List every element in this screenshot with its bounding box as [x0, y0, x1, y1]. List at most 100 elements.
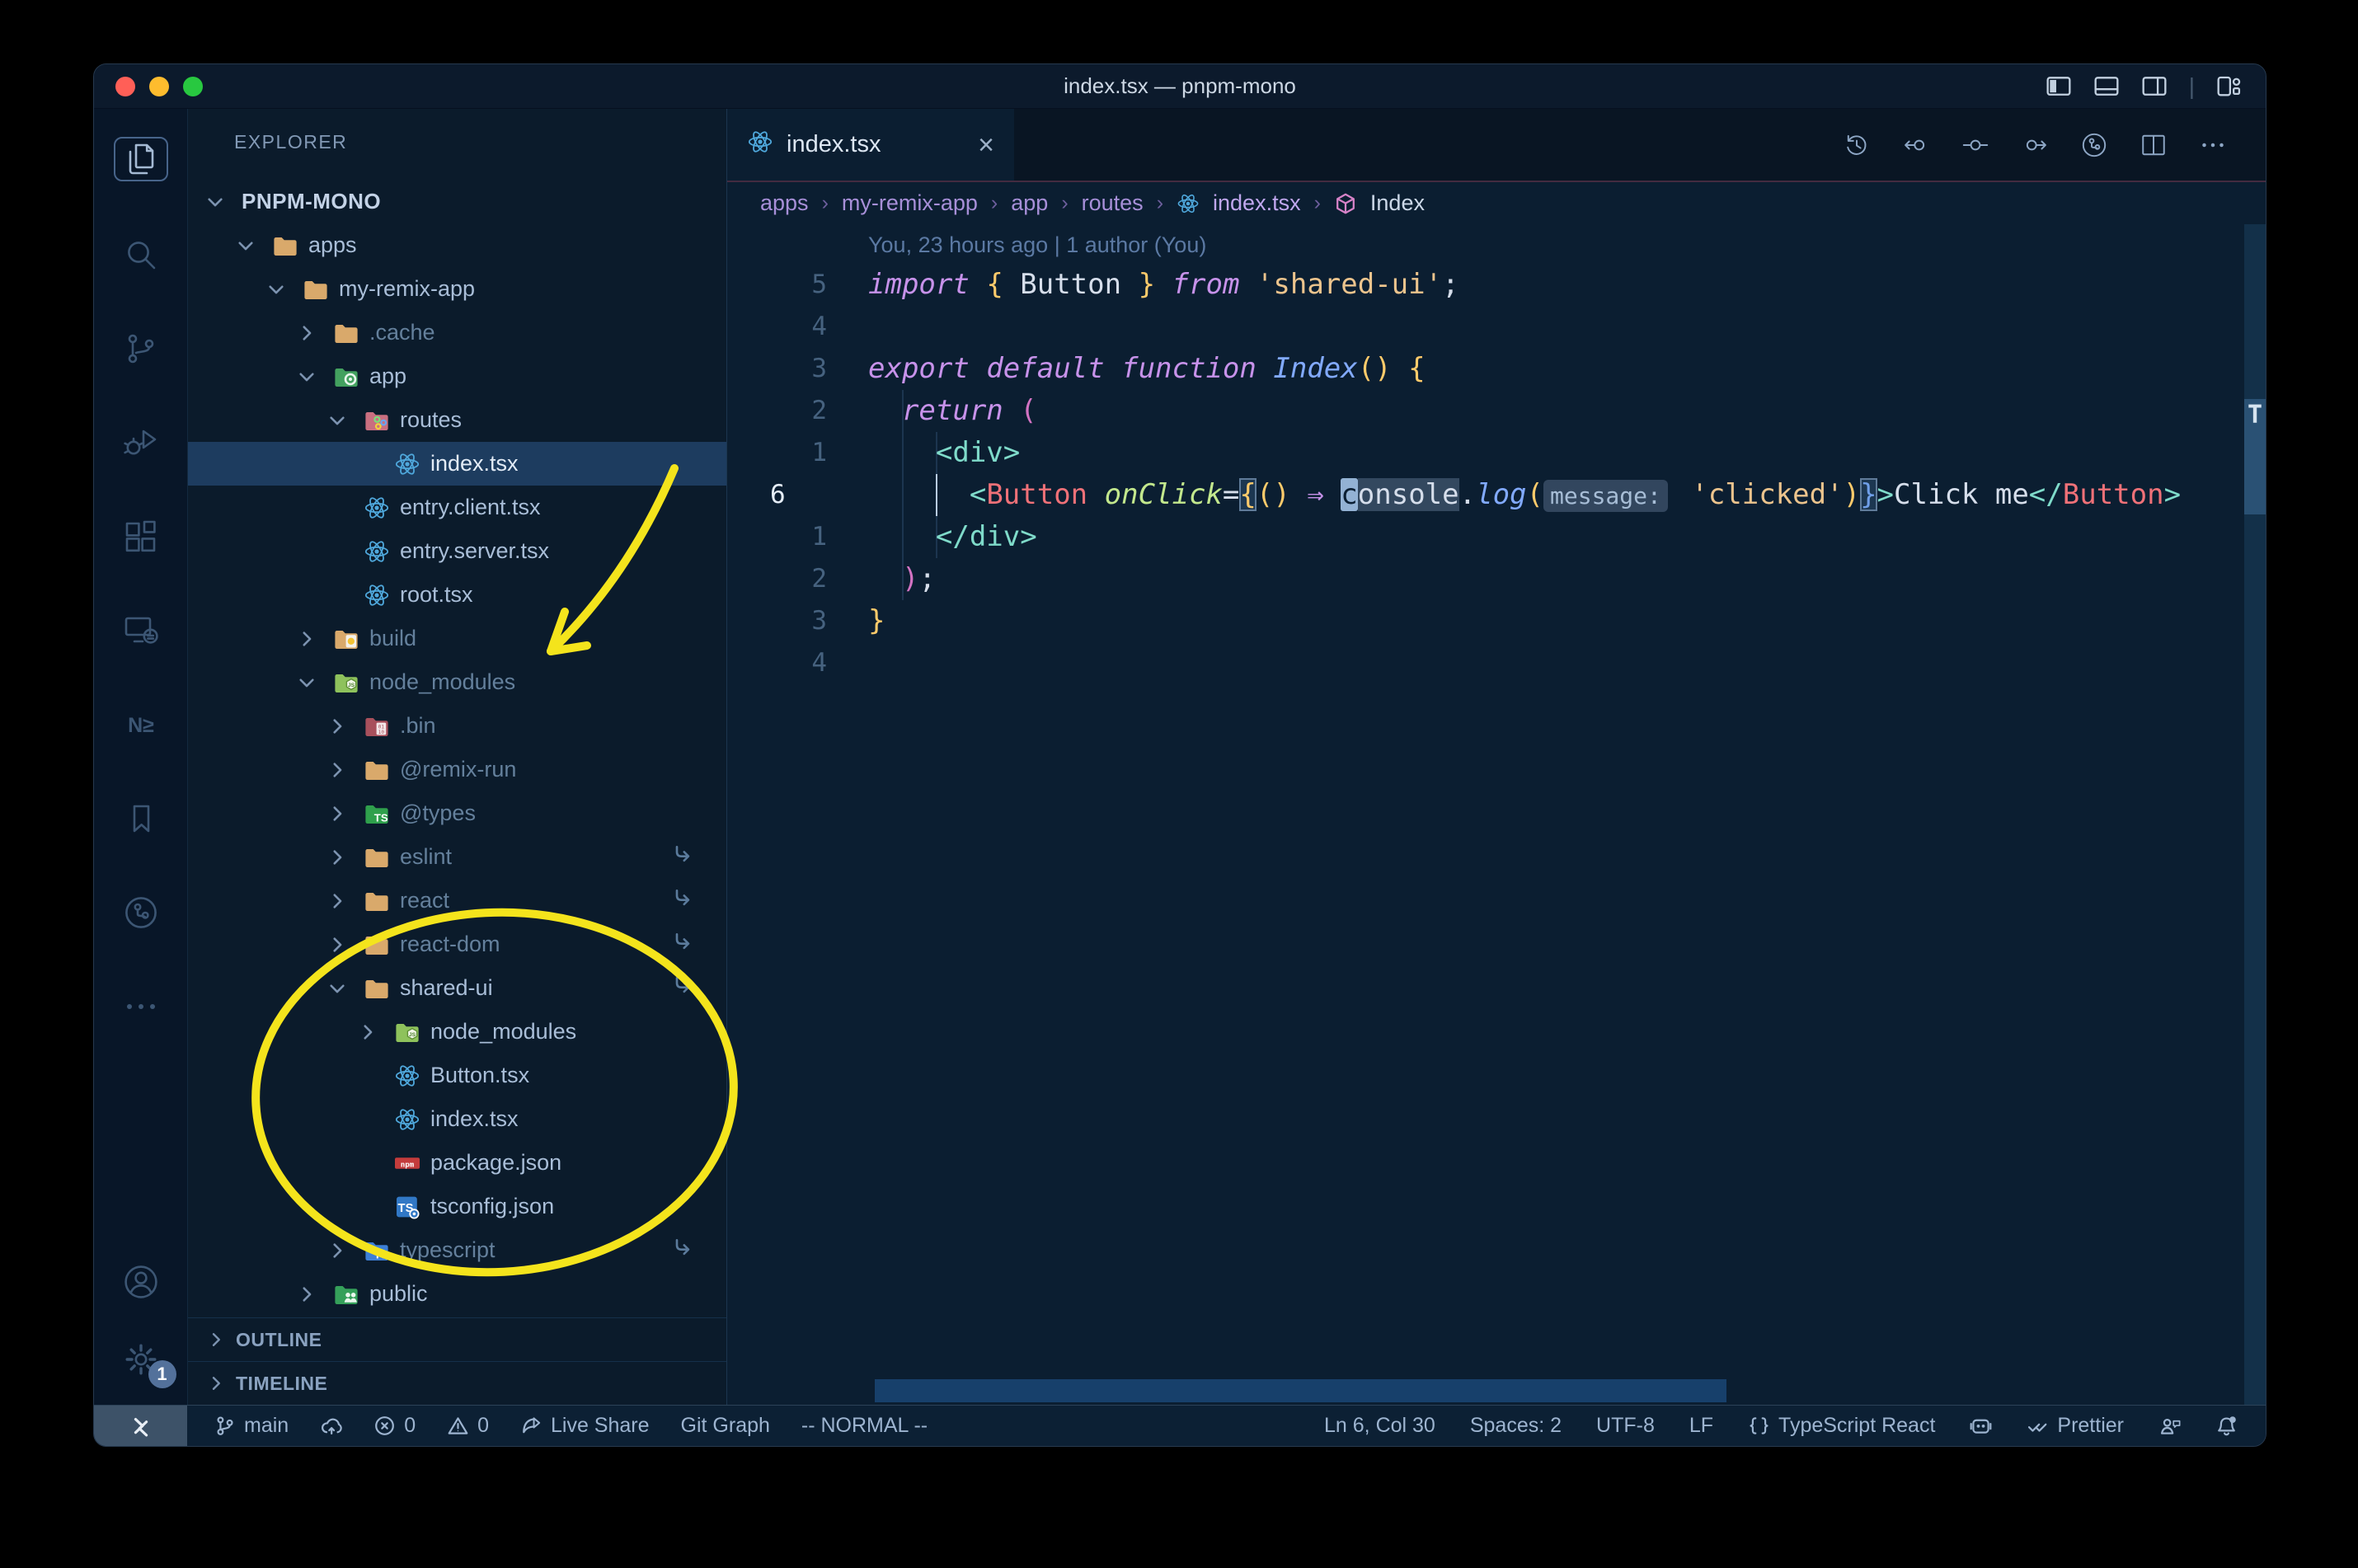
- code-line[interactable]: 4: [727, 306, 2244, 348]
- chevron-down-icon[interactable]: [326, 410, 364, 431]
- scrollbar-thumb[interactable]: T: [2244, 399, 2266, 514]
- tree-item-entry.server.tsx[interactable]: entry.server.tsx: [188, 529, 726, 573]
- activity-item-remote-explorer[interactable]: [115, 610, 167, 651]
- status-item-robot-icon[interactable]: [1970, 1415, 1992, 1437]
- layout-sidebar-left-icon[interactable]: [2046, 73, 2072, 100]
- breadcrumb-item[interactable]: routes: [1082, 190, 1144, 216]
- status-item-spaces-2[interactable]: Spaces: 2: [1470, 1414, 1562, 1438]
- code-line[interactable]: 1 </div>: [727, 516, 2244, 558]
- editor-scrollbar-horizontal[interactable]: [875, 1379, 1726, 1402]
- activity-item-source-control[interactable]: [115, 328, 167, 369]
- status-item-prettier[interactable]: Prettier: [2027, 1414, 2124, 1438]
- chevron-right-icon[interactable]: [296, 322, 333, 344]
- remote-indicator-button[interactable]: [94, 1406, 187, 1446]
- activity-item-explorer[interactable]: [113, 137, 168, 181]
- chevron-down-icon[interactable]: [296, 672, 333, 693]
- status-item-0[interactable]: 0: [447, 1414, 489, 1438]
- status-item-ln-6-col-30[interactable]: Ln 6, Col 30: [1324, 1414, 1435, 1438]
- status-item-person-feedback-icon[interactable]: [2158, 1415, 2181, 1437]
- code-line[interactable]: 4: [727, 642, 2244, 684]
- tree-item-button.tsx[interactable]: Button.tsx: [188, 1054, 726, 1097]
- tree-item-node_modules[interactable]: JS node_modules: [188, 660, 726, 704]
- code-line[interactable]: 5 import { Button } from 'shared-ui';: [727, 264, 2244, 306]
- code-area[interactable]: You, 23 hours ago | 1 author (You) 5 impo…: [727, 224, 2266, 1405]
- tree-item-entry.client.tsx[interactable]: entry.client.tsx: [188, 486, 726, 529]
- tree-item-build[interactable]: build: [188, 617, 726, 660]
- chevron-down-icon[interactable]: [265, 279, 303, 300]
- tree-item-eslint[interactable]: eslint: [188, 835, 726, 879]
- tree-item-package.json[interactable]: npm package.json: [188, 1141, 726, 1185]
- section-outline[interactable]: OUTLINE: [188, 1317, 726, 1361]
- tree-item-react[interactable]: react: [188, 879, 726, 922]
- code-line[interactable]: 2 return (: [727, 390, 2244, 432]
- activity-item-settings[interactable]: 1: [115, 1339, 176, 1388]
- chevron-down-icon[interactable]: [235, 235, 272, 256]
- tab-index-tsx[interactable]: index.tsx ×: [727, 109, 1014, 181]
- status-item-main[interactable]: main: [214, 1414, 289, 1438]
- chevron-down-icon[interactable]: [204, 191, 242, 213]
- tree-item-app[interactable]: app: [188, 354, 726, 398]
- chevron-right-icon[interactable]: [326, 759, 364, 781]
- activity-item-extensions[interactable]: [115, 516, 167, 557]
- tree-item-typescript[interactable]: TS typescript: [188, 1228, 726, 1272]
- chevron-right-icon[interactable]: [326, 803, 364, 824]
- breadcrumb-item[interactable]: apps: [760, 190, 809, 216]
- activity-item-more-views[interactable]: [115, 986, 167, 1027]
- tree-item-tsconfig.json[interactable]: TS tsconfig.json: [188, 1185, 726, 1228]
- gitlens-icon[interactable]: [2079, 130, 2109, 160]
- status-item-typescript-react[interactable]: TypeScript React: [1748, 1414, 1935, 1438]
- chevron-right-icon[interactable]: [357, 1021, 394, 1043]
- status-item-lf[interactable]: LF: [1689, 1414, 1713, 1438]
- more-icon[interactable]: [2198, 130, 2228, 160]
- activity-item-nx-console[interactable]: N≥: [115, 704, 167, 745]
- status-item-live-share[interactable]: Live Share: [520, 1414, 650, 1438]
- status-item-bell-icon[interactable]: [2215, 1415, 2238, 1437]
- code-line[interactable]: 1 <div>: [727, 432, 2244, 474]
- tree-item-my-remix-app[interactable]: my-remix-app: [188, 267, 726, 311]
- chevron-down-icon[interactable]: [296, 366, 333, 387]
- compare-icon[interactable]: [1961, 130, 1990, 160]
- layout-panel-icon[interactable]: [2093, 73, 2120, 100]
- status-item-git-graph[interactable]: Git Graph: [681, 1414, 770, 1438]
- history-icon[interactable]: [1842, 130, 1872, 160]
- breadcrumb-item[interactable]: my-remix-app: [842, 190, 978, 216]
- activity-item-search[interactable]: [115, 234, 167, 275]
- tree-item-@types[interactable]: TS @types: [188, 791, 726, 835]
- chevron-right-icon[interactable]: [326, 1240, 364, 1261]
- chevron-right-icon[interactable]: [326, 890, 364, 912]
- prev-change-icon[interactable]: [1901, 130, 1931, 160]
- tree-item-.cache[interactable]: .cache: [188, 311, 726, 354]
- tree-item-public[interactable]: public: [188, 1272, 726, 1316]
- status-item-0[interactable]: 0: [373, 1414, 416, 1438]
- code-line[interactable]: 2 );: [727, 558, 2244, 600]
- next-change-icon[interactable]: [2020, 130, 2050, 160]
- close-tab-icon[interactable]: ×: [978, 131, 994, 159]
- status-item-cloud-upload-icon[interactable]: [320, 1415, 342, 1437]
- status-item-utf-8[interactable]: UTF-8: [1596, 1414, 1655, 1438]
- tree-item-react-dom[interactable]: react-dom: [188, 922, 726, 966]
- breadcrumb-item[interactable]: index.tsx: [1213, 190, 1301, 216]
- tree-item-index.tsx[interactable]: index.tsx: [188, 442, 726, 486]
- code-line-current[interactable]: 6 <Button onClick={() ⇒ console.log(mess…: [727, 474, 2244, 516]
- tree-item-pnpm-mono[interactable]: PNPM-MONO: [188, 180, 726, 223]
- tree-item-.bin[interactable]: 01 10 .bin: [188, 704, 726, 748]
- layout-sidebar-right-icon[interactable]: [2141, 73, 2168, 100]
- chevron-down-icon[interactable]: [326, 978, 364, 999]
- tree-item-shared-ui[interactable]: shared-ui: [188, 966, 726, 1010]
- activity-item-bookmarks[interactable]: [115, 798, 167, 839]
- breadcrumb-item[interactable]: app: [1011, 190, 1048, 216]
- tree-item-@remix-run[interactable]: @remix-run: [188, 748, 726, 791]
- tree-item-root.tsx[interactable]: root.tsx: [188, 573, 726, 617]
- activity-item-accounts[interactable]: [115, 1261, 167, 1303]
- tree-item-index.tsx[interactable]: index.tsx: [188, 1097, 726, 1141]
- activity-item-run-and-debug[interactable]: [115, 422, 167, 463]
- code-line[interactable]: 3 export default function Index() {: [727, 348, 2244, 390]
- chevron-right-icon[interactable]: [326, 716, 364, 737]
- split-editor-icon[interactable]: [2139, 130, 2168, 160]
- tree-item-node_modules[interactable]: JS node_modules: [188, 1010, 726, 1054]
- layout-customize-icon[interactable]: [2216, 73, 2243, 100]
- breadcrumb-item[interactable]: Index: [1370, 190, 1425, 216]
- chevron-right-icon[interactable]: [326, 847, 364, 868]
- chevron-right-icon[interactable]: [296, 1284, 333, 1305]
- editor-scrollbar-vertical[interactable]: T: [2244, 224, 2266, 1405]
